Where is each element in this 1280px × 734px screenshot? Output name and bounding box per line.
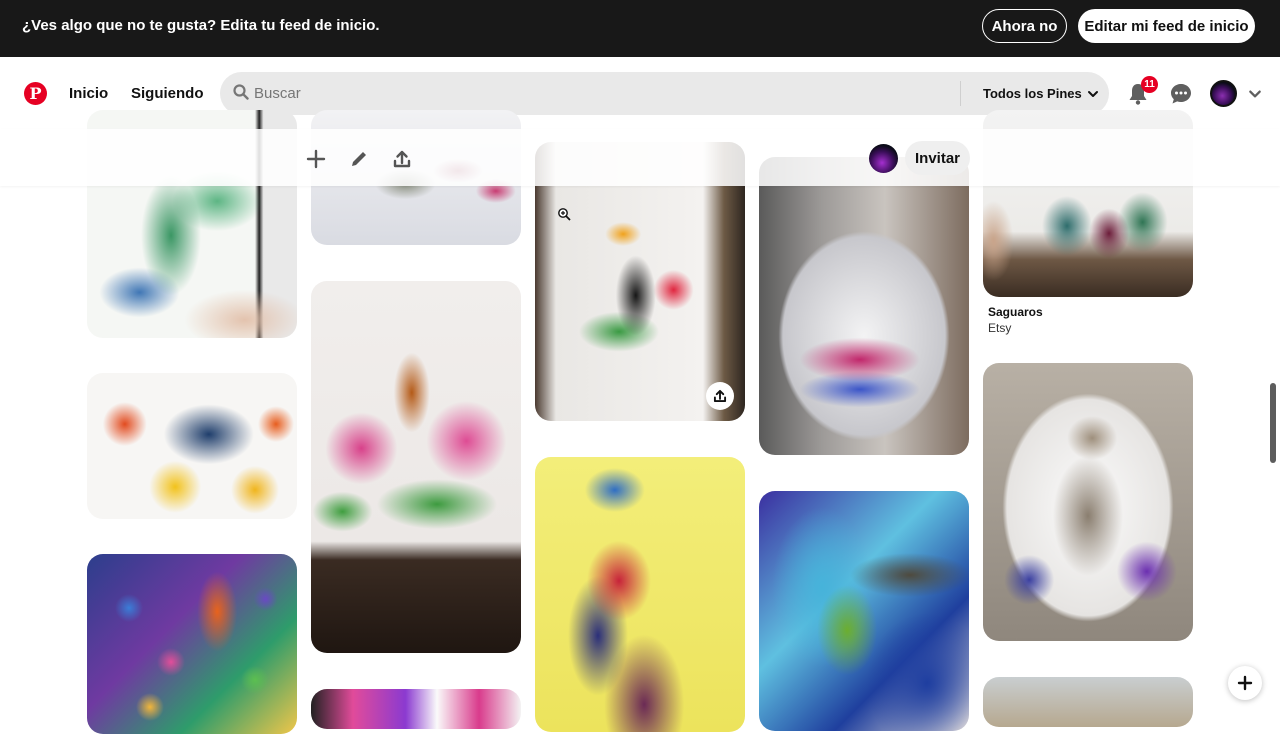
chat-icon[interactable] (1169, 82, 1193, 106)
create-button[interactable] (1228, 666, 1262, 700)
pin-share-button[interactable] (706, 382, 734, 410)
notification-badge: 11 (1141, 76, 1158, 93)
search-input[interactable] (254, 72, 954, 115)
nav-following[interactable]: Siguiendo (131, 85, 204, 102)
share-icon[interactable] (391, 148, 413, 170)
pin-colorful-fish[interactable] (87, 554, 297, 734)
search-bar[interactable]: Todos los Pines (220, 72, 1109, 115)
pinterest-logo-icon[interactable]: P (24, 82, 47, 105)
search-divider (960, 81, 961, 106)
not-now-button[interactable]: Ahora no (982, 9, 1067, 43)
pin-bottle-flowers[interactable] (311, 281, 521, 653)
avatar[interactable] (1210, 80, 1237, 107)
collaborator-avatar[interactable] (869, 144, 898, 173)
pin-flamingos-frame[interactable] (759, 157, 969, 455)
pin-filter-dropdown[interactable]: Todos los Pines (983, 86, 1099, 101)
top-banner: ¿Ves algo que no te gusta? Edita tu feed… (0, 0, 1280, 57)
scrollbar[interactable] (1270, 383, 1276, 463)
zoom-icon (558, 208, 571, 221)
plus-icon[interactable] (305, 148, 327, 170)
search-icon (233, 84, 249, 100)
pin-caption-title[interactable]: Saguaros (988, 305, 1043, 319)
chevron-down-icon (1087, 90, 1098, 97)
pin-caption-source[interactable]: Etsy (988, 321, 1011, 335)
plus-icon (1237, 675, 1253, 691)
pin-hummingbird-yellow[interactable] (535, 457, 745, 732)
filter-label: Todos los Pines (983, 86, 1082, 101)
nav-home[interactable]: Inicio (69, 85, 108, 102)
board-toolbar (0, 129, 1280, 186)
account-chevron-down-icon[interactable] (1248, 87, 1262, 101)
pin-cat-frame[interactable] (983, 363, 1193, 641)
pin-purple-leaves[interactable] (311, 689, 521, 729)
edit-home-feed-button[interactable]: Editar mi feed de inicio (1078, 9, 1255, 43)
pin-kingfisher-flowers[interactable] (87, 373, 297, 519)
pencil-icon[interactable] (348, 148, 370, 170)
share-icon (713, 389, 727, 403)
pin-hummingbird-blue[interactable] (759, 491, 969, 731)
invite-button[interactable]: Invitar (905, 141, 970, 175)
banner-message: ¿Ves algo que no te gusta? Edita tu feed… (22, 17, 380, 34)
